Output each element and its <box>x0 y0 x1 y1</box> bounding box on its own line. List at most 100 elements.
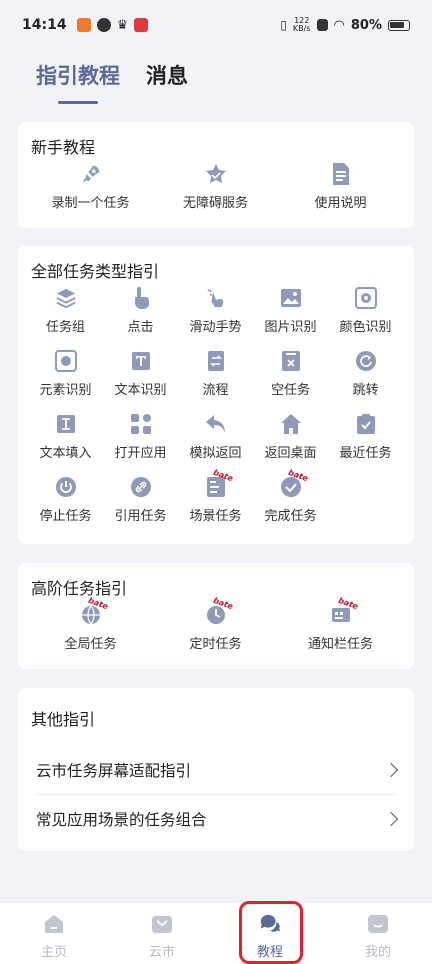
empty-task-icon <box>279 349 303 373</box>
usage-guide-item[interactable]: 使用说明 <box>278 162 403 211</box>
nav-tutorial[interactable]: 教程 <box>216 903 324 964</box>
back-arrow-icon <box>204 412 228 436</box>
image-icon <box>279 286 303 310</box>
sync-notification-icon <box>96 18 111 32</box>
scheduled-task-item[interactable]: bate 定时任务 <box>153 596 278 652</box>
status-right: ▯ 122 KB/s ◠ 80% <box>280 17 410 33</box>
tab-messages[interactable]: 消息 <box>146 60 188 104</box>
text-input-label: 文本填入 <box>39 446 92 461</box>
accessibility-item[interactable]: 无障碍服务 <box>153 162 278 211</box>
chat-bubbles-nav-icon <box>259 913 281 935</box>
scheduled-task-label: 定时任务 <box>189 637 242 652</box>
recent-tasks-icon <box>354 412 378 436</box>
wifi-icon: ◠ <box>333 17 345 33</box>
home-icon <box>279 412 303 436</box>
complete-check-icon: bate <box>279 468 309 499</box>
home-nav-icon <box>43 913 65 935</box>
notification-task-item[interactable]: bate 通知栏任务 <box>278 596 403 652</box>
stop-task-label: 停止任务 <box>39 509 92 524</box>
vibrate-icon: ▯ <box>280 18 287 32</box>
other-title: 其他指引 <box>31 710 96 729</box>
color-recognition-label: 颜色识别 <box>339 320 392 335</box>
text-input-item[interactable]: 文本填入 <box>28 412 103 469</box>
text-input-icon <box>54 412 78 436</box>
common-scenes-link[interactable]: 常见应用场景的任务组合 <box>36 794 399 842</box>
beginner-card: 新手教程 录制一个任务 无障碍服务 使用说明 <box>18 122 414 228</box>
advanced-row: bate 全局任务 bate 定时任务 bate 通知栏任务 <box>18 596 414 652</box>
jump-icon <box>354 349 378 373</box>
types-row-3: 文本填入 打开应用 模拟返回 返回桌面 最近任务 <box>18 406 414 469</box>
nav-home[interactable]: 主页 <box>0 903 108 964</box>
nav-market[interactable]: 云市 <box>108 903 216 964</box>
accessibility-label: 无障碍服务 <box>182 196 248 211</box>
notification-bar-icon: bate <box>329 596 359 627</box>
status-time: 14:14 <box>22 17 67 33</box>
text-t-icon <box>129 349 153 373</box>
bottom-nav: 主页 云市 教程 我的 <box>0 903 432 964</box>
profile-nav-icon <box>367 913 389 935</box>
record-task-item[interactable]: 录制一个任务 <box>28 162 153 211</box>
globe-icon: bate <box>79 596 109 627</box>
color-recognition-item[interactable]: 颜色识别 <box>328 286 403 343</box>
global-task-item[interactable]: bate 全局任务 <box>28 596 153 652</box>
flow-item[interactable]: 流程 <box>178 349 253 406</box>
scene-icon: bate <box>204 468 234 499</box>
flow-label: 流程 <box>202 383 229 398</box>
open-app-item[interactable]: 打开应用 <box>103 412 178 469</box>
status-left: 14:14 ♛ <box>22 17 149 33</box>
element-recognition-label: 元素识别 <box>39 383 92 398</box>
text-recognition-item[interactable]: 文本识别 <box>103 349 178 406</box>
image-recognition-label: 图片识别 <box>264 320 317 335</box>
nav-profile[interactable]: 我的 <box>324 903 432 964</box>
nav-profile-label: 我的 <box>364 945 391 960</box>
tap-icon <box>129 286 153 310</box>
swipe-gesture-item[interactable]: 滑动手势 <box>178 286 253 343</box>
beginner-title: 新手教程 <box>31 138 96 157</box>
tab-guide-tutorial[interactable]: 指引教程 <box>36 60 120 104</box>
beginner-row: 录制一个任务 无障碍服务 使用说明 <box>18 156 414 211</box>
common-scenes-label: 常见应用场景的任务组合 <box>36 810 207 829</box>
other-guides-card: 其他指引 云市任务屏幕适配指引 常见应用场景的任务组合 <box>18 688 414 851</box>
usage-guide-label: 使用说明 <box>314 196 367 211</box>
task-group-item[interactable]: 任务组 <box>28 286 103 343</box>
element-recognition-item[interactable]: 元素识别 <box>28 349 103 406</box>
notification-task-label: 通知栏任务 <box>307 637 373 652</box>
net-speed-unit: KB/s <box>292 24 311 33</box>
types-row-1: 任务组 点击 滑动手势 图片识别 颜色识别 <box>18 280 414 343</box>
power-icon <box>54 475 78 499</box>
scene-task-item[interactable]: bate 场景任务 <box>178 468 253 532</box>
recent-tasks-item[interactable]: 最近任务 <box>328 412 403 469</box>
image-recognition-item[interactable]: 图片识别 <box>253 286 328 343</box>
empty-task-item[interactable]: 空任务 <box>253 349 328 406</box>
sim-x-icon <box>316 19 328 31</box>
market-nav-icon <box>151 913 173 935</box>
layers-icon <box>54 286 78 310</box>
simulate-back-label: 模拟返回 <box>189 446 242 461</box>
global-task-label: 全局任务 <box>64 637 117 652</box>
simulate-back-item[interactable]: 模拟返回 <box>178 412 253 469</box>
tap-item[interactable]: 点击 <box>103 286 178 343</box>
screen-adapt-guide-link[interactable]: 云市任务屏幕适配指引 <box>36 746 399 794</box>
go-home-item[interactable]: 返回桌面 <box>253 412 328 469</box>
jump-item[interactable]: 跳转 <box>328 349 403 406</box>
all-types-title: 全部任务类型指引 <box>31 262 160 281</box>
stop-task-item[interactable]: 停止任务 <box>28 475 103 532</box>
nav-market-label: 云市 <box>148 945 175 960</box>
complete-task-item[interactable]: bate 完成任务 <box>253 468 328 532</box>
nav-home-label: 主页 <box>40 945 67 960</box>
complete-task-label: 完成任务 <box>264 509 317 524</box>
clock-icon: bate <box>204 596 234 627</box>
open-app-label: 打开应用 <box>114 446 167 461</box>
top-tabs: 指引教程 消息 <box>36 60 188 104</box>
go-home-label: 返回桌面 <box>264 446 317 461</box>
document-icon <box>329 162 353 186</box>
swipe-icon <box>204 286 228 310</box>
swipe-gesture-label: 滑动手势 <box>189 320 242 335</box>
star-shield-icon <box>204 162 228 186</box>
rocket-icon <box>79 162 103 186</box>
reference-task-label: 引用任务 <box>114 509 167 524</box>
flow-icon <box>204 349 228 373</box>
red-app-icon <box>134 18 149 32</box>
apps-grid-icon <box>129 412 153 436</box>
reference-task-item[interactable]: 引用任务 <box>103 475 178 532</box>
